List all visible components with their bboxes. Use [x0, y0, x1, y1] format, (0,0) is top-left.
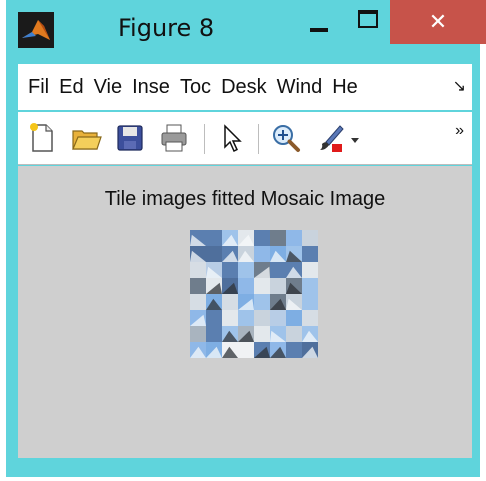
mosaic-tile — [286, 342, 302, 358]
maximize-button[interactable] — [346, 4, 390, 44]
mosaic-tile — [302, 310, 318, 326]
mosaic-tile — [254, 246, 270, 262]
menu-tools[interactable]: Toc — [180, 76, 211, 99]
mosaic-tile — [302, 278, 318, 294]
menu-help[interactable]: He — [332, 76, 358, 99]
mosaic-tile — [302, 294, 318, 310]
mosaic-tile — [302, 246, 318, 262]
mosaic-tile — [190, 326, 206, 342]
menu-bar: Fil Ed Vie Inse Toc Desk Wind He ↘ — [18, 64, 472, 110]
brush-icon[interactable] — [314, 122, 346, 154]
mosaic-tile — [254, 310, 270, 326]
mosaic-tile — [222, 262, 238, 278]
mosaic-tile — [286, 310, 302, 326]
menu-file[interactable]: Fil — [28, 76, 49, 99]
menu-edit[interactable]: Ed — [59, 76, 83, 99]
menu-insert[interactable]: Inse — [132, 76, 170, 99]
mosaic-tile — [190, 294, 206, 310]
close-button[interactable]: ✕ — [390, 0, 486, 44]
matlab-icon — [18, 12, 54, 48]
mosaic-tile — [222, 310, 238, 326]
mosaic-tile — [286, 326, 302, 342]
mosaic-tile — [206, 246, 222, 262]
mosaic-tile — [206, 310, 222, 326]
zoom-in-icon[interactable] — [270, 122, 302, 154]
mosaic-tile — [238, 342, 254, 358]
mosaic-tile — [222, 294, 238, 310]
mosaic-tile — [206, 326, 222, 342]
save-icon[interactable] — [114, 122, 146, 154]
mosaic-tile — [190, 278, 206, 294]
mosaic-tile — [254, 326, 270, 342]
toolbar: » — [18, 112, 472, 165]
figure-window: Figure 8 ✕ Fil Ed Vie Inse Toc Desk Wind… — [6, 0, 486, 477]
menu-desktop[interactable]: Desk — [221, 76, 267, 99]
dropdown-icon[interactable] — [348, 122, 362, 154]
mosaic-tile — [302, 262, 318, 278]
menu-overflow-icon[interactable]: ↘ — [453, 76, 466, 96]
mosaic-tile — [206, 230, 222, 246]
figure-canvas[interactable]: Tile images fitted Mosaic Image — [18, 166, 472, 458]
mosaic-image — [190, 230, 318, 358]
menu-view[interactable]: Vie — [94, 76, 123, 99]
menu-window[interactable]: Wind — [277, 76, 323, 99]
mosaic-tile — [270, 278, 286, 294]
mosaic-tile — [254, 230, 270, 246]
mosaic-tile — [238, 262, 254, 278]
mosaic-tile — [238, 278, 254, 294]
pointer-icon[interactable] — [216, 122, 248, 154]
mosaic-tile — [254, 294, 270, 310]
open-folder-icon[interactable] — [70, 122, 102, 154]
mosaic-tile — [270, 262, 286, 278]
minimize-button[interactable] — [298, 4, 342, 44]
mosaic-tile — [190, 262, 206, 278]
toolbar-overflow-icon[interactable]: » — [455, 122, 464, 140]
new-file-icon[interactable] — [26, 122, 58, 154]
mosaic-tile — [286, 230, 302, 246]
print-icon[interactable] — [158, 122, 190, 154]
mosaic-tile — [302, 230, 318, 246]
title-bar[interactable]: Figure 8 ✕ — [6, 0, 486, 60]
toolbar-separator — [204, 124, 205, 154]
toolbar-separator — [258, 124, 259, 154]
mosaic-tile — [238, 310, 254, 326]
mosaic-tile — [270, 310, 286, 326]
mosaic-tile — [254, 278, 270, 294]
window-title: Figure 8 — [118, 14, 215, 42]
plot-title: Tile images fitted Mosaic Image — [104, 188, 386, 210]
mosaic-tile — [270, 230, 286, 246]
